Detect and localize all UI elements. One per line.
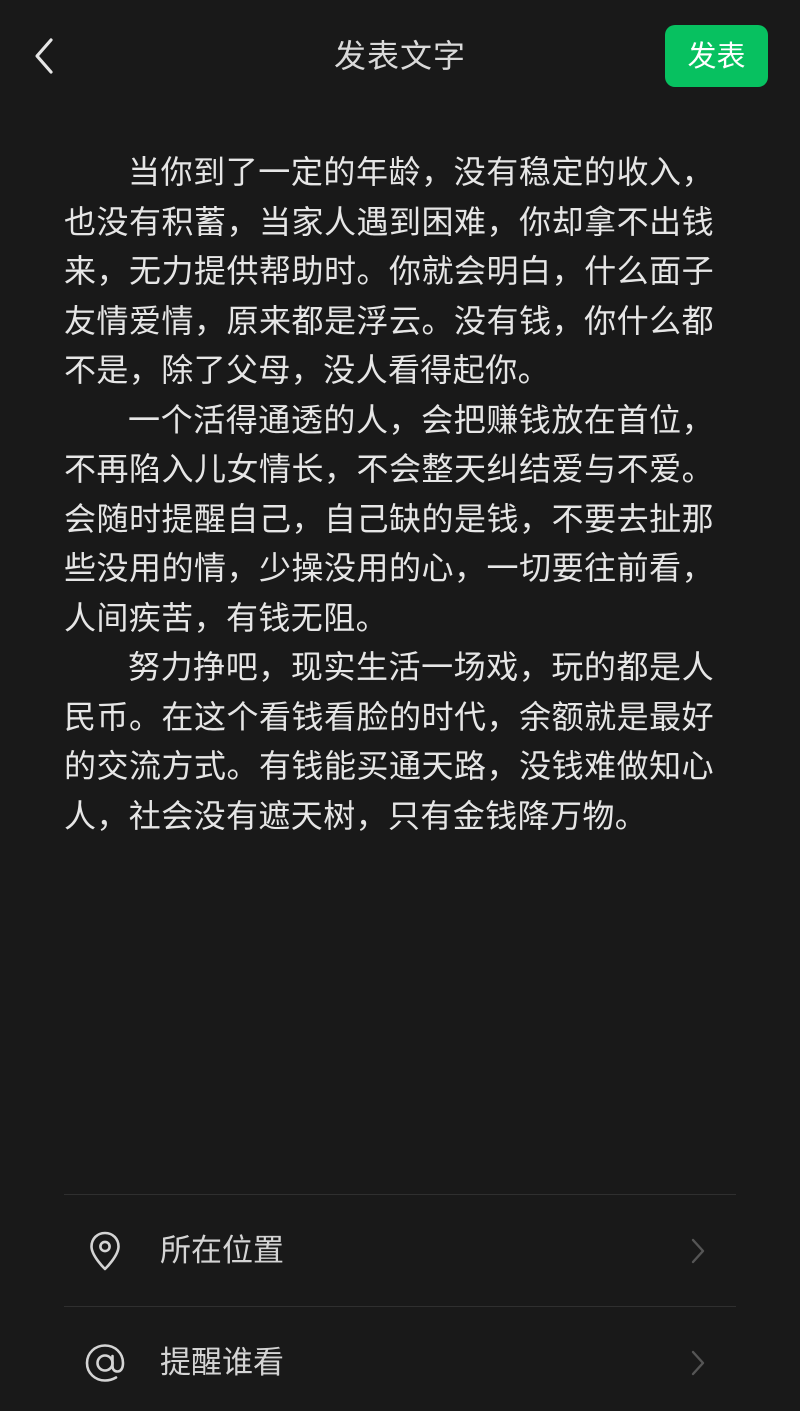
post-paragraph-2: 一个活得通透的人，会把赚钱放在首位，不再陷入儿女情长，不会整天纠结爱与不爱。会随… <box>64 400 714 637</box>
post-options-list: 所在位置 提醒谁看 <box>64 1194 736 1411</box>
post-paragraph-3: 努力挣吧，现实生活一场戏，玩的都是人民币。在这个看钱看脸的时代，余额就是最好的交… <box>64 648 714 835</box>
location-option-label: 所在位置 <box>160 1232 284 1269</box>
top-bar: 发表文字 发表 <box>0 0 800 112</box>
publish-text-screen: 发表文字 发表 当你到了一定的年龄，没有稳定的收入，也没有积蓄，当家人遇到困难，… <box>0 0 800 1411</box>
chevron-right-icon <box>688 1236 708 1266</box>
publish-button[interactable]: 发表 <box>665 25 768 87</box>
chevron-right-icon <box>688 1348 708 1378</box>
mention-option[interactable]: 提醒谁看 <box>64 1306 736 1411</box>
location-option[interactable]: 所在位置 <box>64 1194 736 1306</box>
mention-option-label: 提醒谁看 <box>160 1344 284 1381</box>
post-text-input[interactable]: 当你到了一定的年龄，没有稳定的收入，也没有积蓄，当家人遇到困难，你却拿不出钱来，… <box>64 148 714 841</box>
at-sign-icon <box>84 1342 126 1384</box>
post-paragraph-1: 当你到了一定的年龄，没有稳定的收入，也没有积蓄，当家人遇到困难，你却拿不出钱来，… <box>64 153 714 389</box>
location-pin-icon <box>84 1230 126 1272</box>
